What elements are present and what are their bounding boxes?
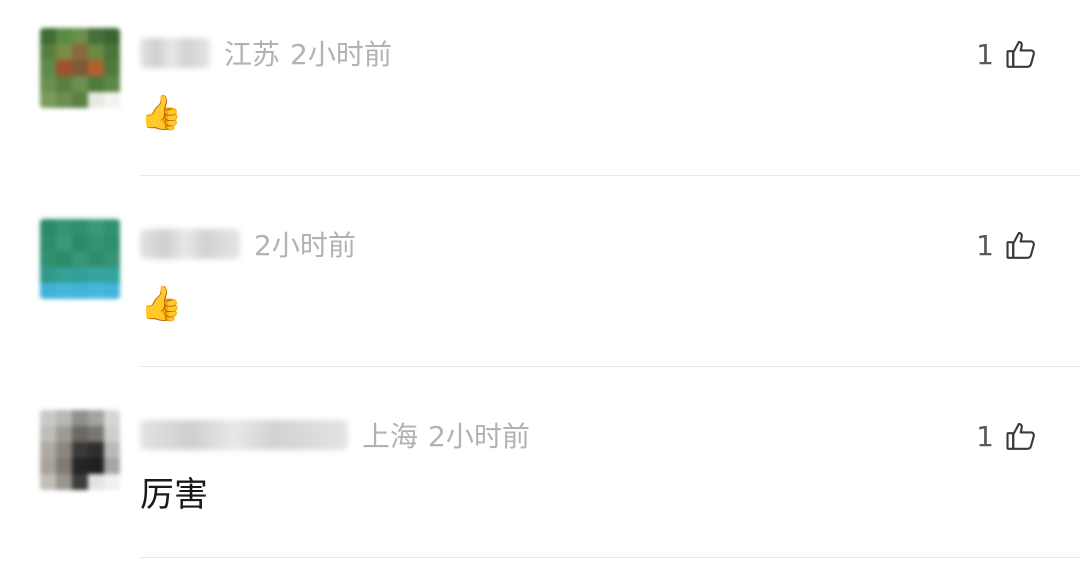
- thumbs-up-icon[interactable]: [1004, 419, 1038, 453]
- like-button[interactable]: 1: [976, 34, 1038, 74]
- comment-item: 上海 2小时前 厉害 1: [0, 382, 1080, 562]
- comment-text: 👍: [140, 284, 183, 324]
- username-redacted[interactable]: [140, 229, 240, 259]
- comment-meta: 上海 2小时前: [140, 412, 540, 458]
- username-redacted[interactable]: [140, 420, 348, 450]
- comment-time: 2小时前: [428, 420, 530, 453]
- like-count: 1: [976, 419, 994, 453]
- comment-item: 2小时前 👍 1: [0, 191, 1080, 381]
- like-button[interactable]: 1: [976, 416, 1038, 456]
- comment-list: 江苏 2小时前 👍 1 2小时前 👍 1 上海 2小时前 厉害 1: [0, 0, 1080, 562]
- comment-meta: 江苏 2小时前: [140, 30, 402, 76]
- comment-region: 上海: [362, 420, 419, 453]
- divider: [140, 175, 1080, 176]
- divider: [140, 557, 1080, 558]
- like-count: 1: [976, 228, 994, 262]
- comment-text: 👍: [140, 93, 183, 133]
- like-count: 1: [976, 37, 994, 71]
- username-redacted[interactable]: [140, 38, 210, 68]
- thumbs-up-icon[interactable]: [1004, 37, 1038, 71]
- comment-item: 江苏 2小时前 👍 1: [0, 0, 1080, 190]
- avatar[interactable]: [40, 219, 120, 299]
- avatar[interactable]: [40, 28, 120, 108]
- like-button[interactable]: 1: [976, 225, 1038, 265]
- avatar[interactable]: [40, 410, 120, 490]
- comment-region: 江苏: [224, 38, 281, 71]
- comment-meta: 2小时前: [140, 221, 366, 267]
- comment-time: 2小时前: [290, 38, 392, 71]
- divider: [140, 366, 1080, 367]
- thumbs-up-icon[interactable]: [1004, 228, 1038, 262]
- comment-text: 厉害: [140, 475, 208, 515]
- comment-time: 2小时前: [254, 229, 356, 262]
